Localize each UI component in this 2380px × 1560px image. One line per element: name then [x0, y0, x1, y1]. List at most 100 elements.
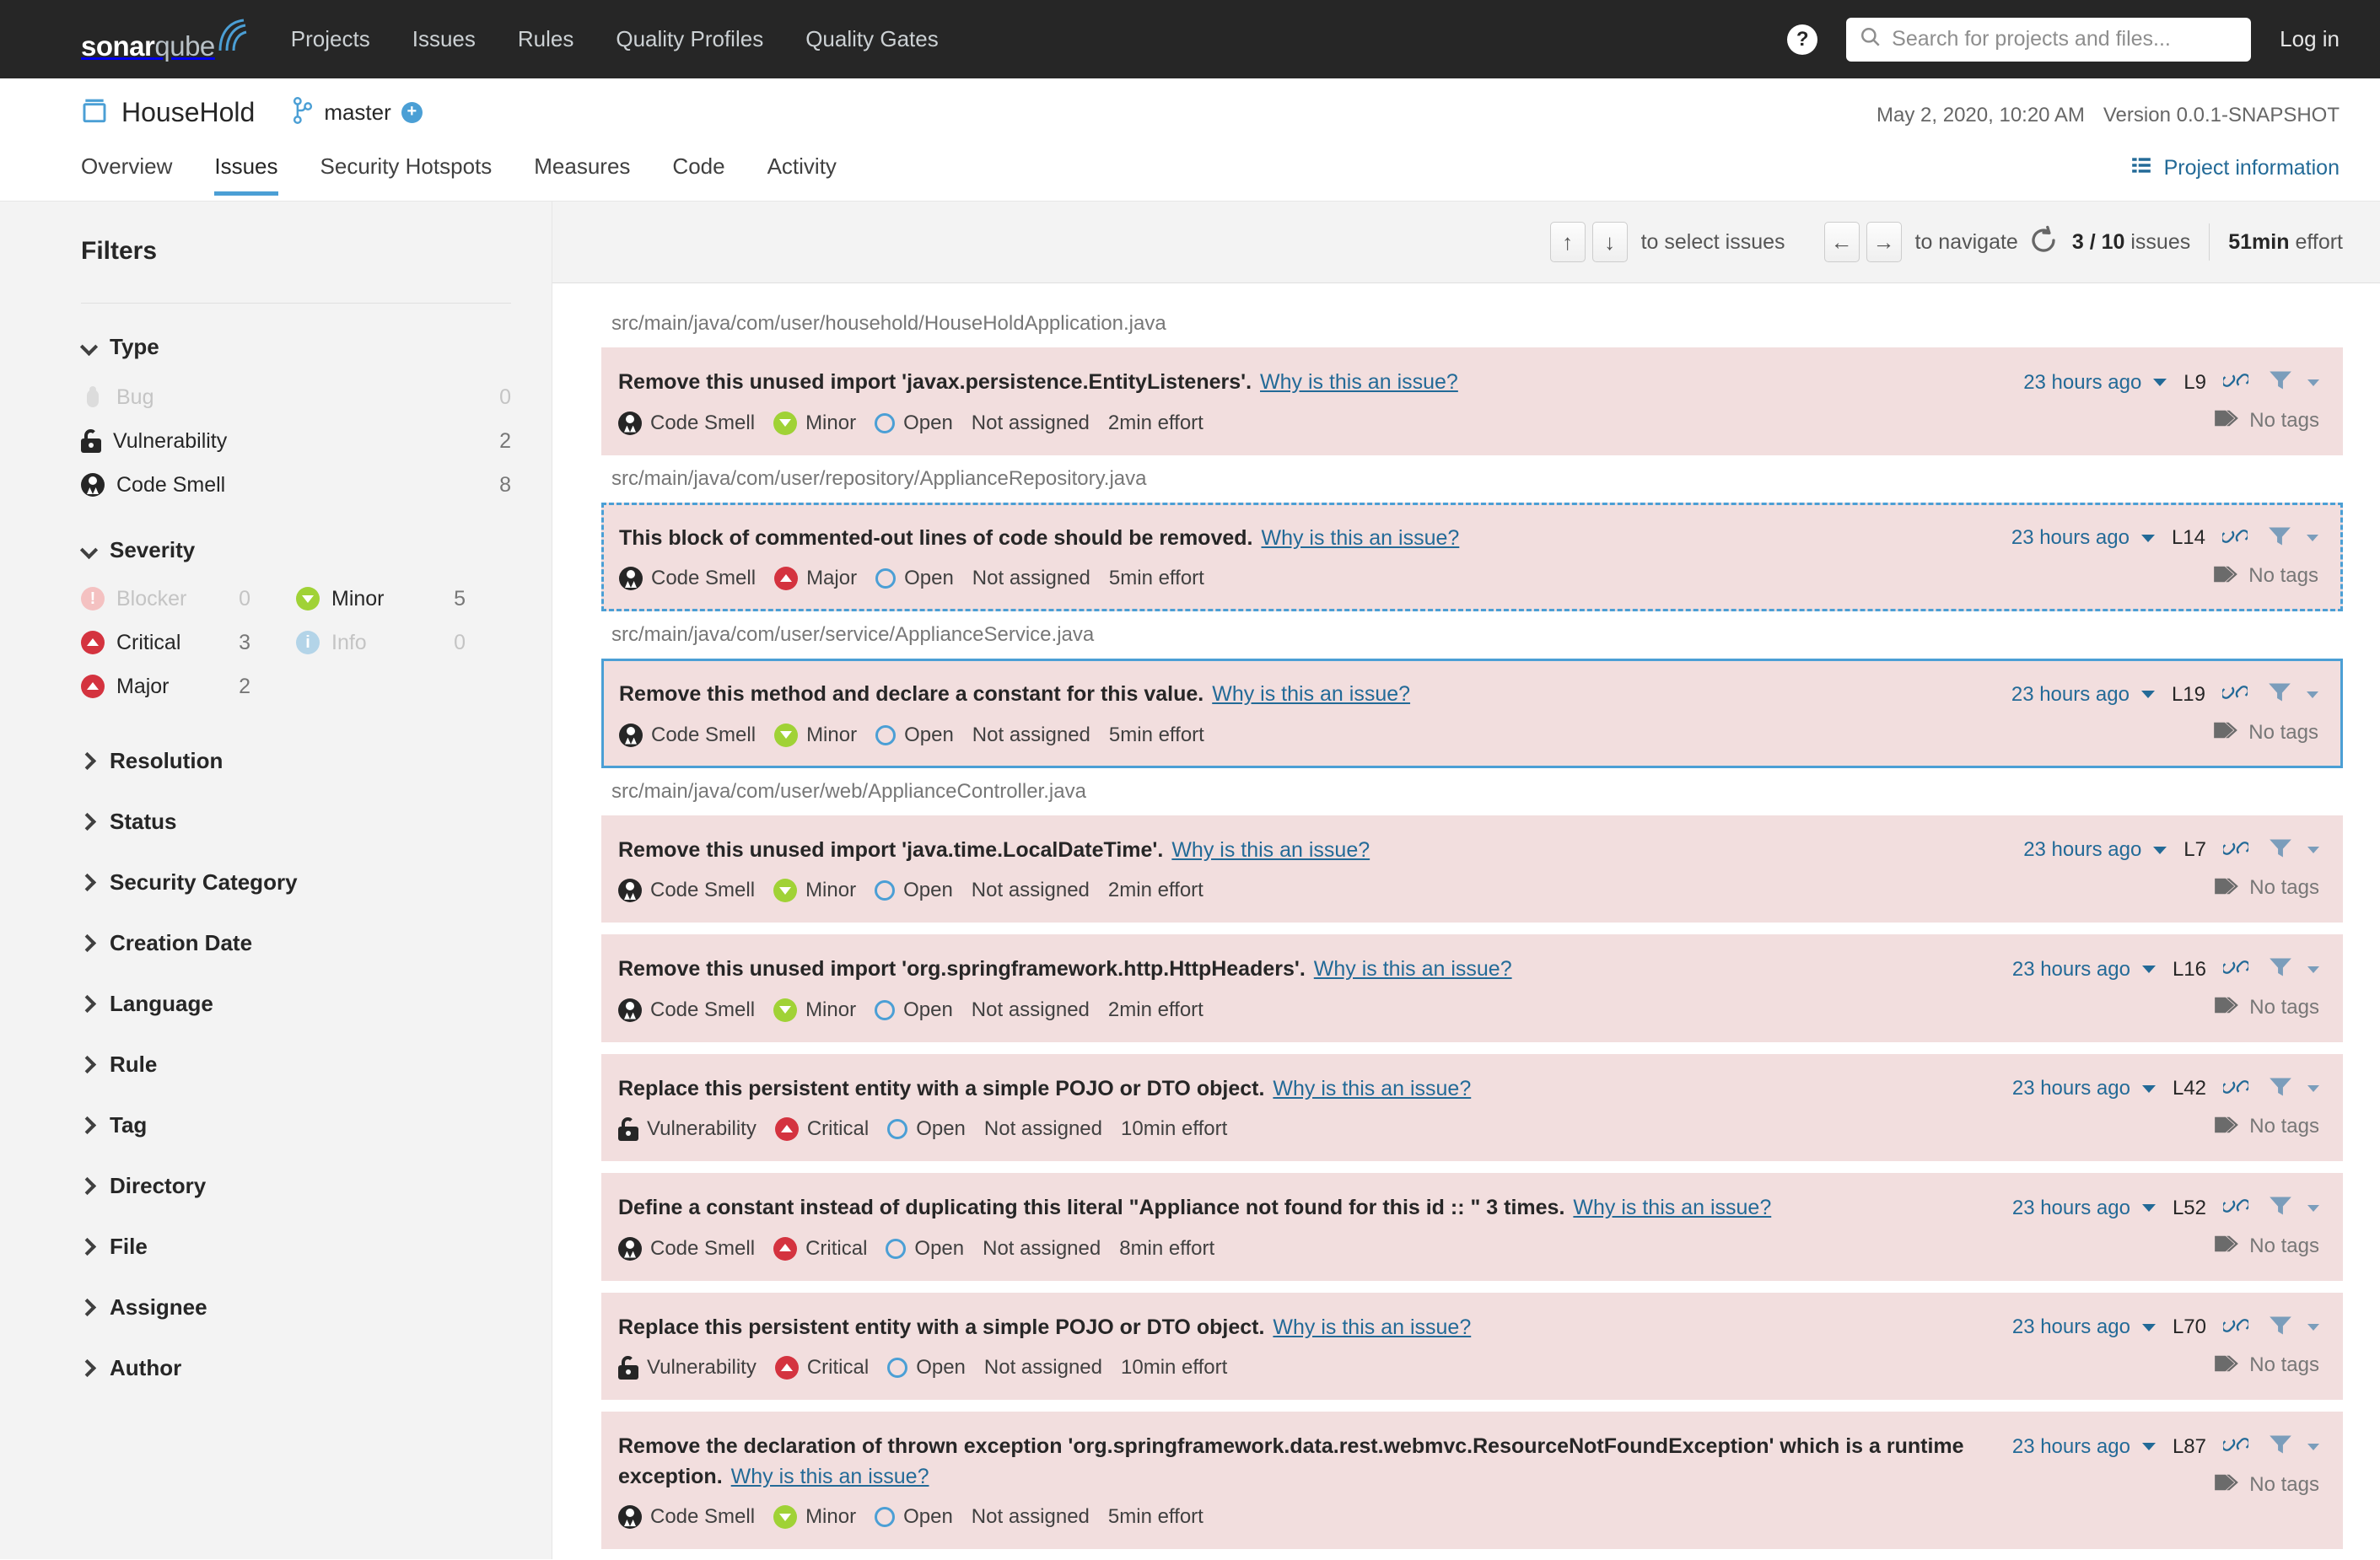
chevron-down-icon[interactable]	[2307, 1443, 2319, 1450]
issue-severity[interactable]: Critical	[774, 1117, 869, 1141]
issue-severity[interactable]: Minor	[773, 879, 856, 902]
filter-funnel-icon[interactable]	[2268, 681, 2291, 707]
issue-age[interactable]: 23 hours ago	[2011, 526, 2130, 550]
issue-type[interactable]: Vulnerability	[618, 1117, 757, 1141]
tag-icon[interactable]	[2214, 1353, 2239, 1379]
issue-type[interactable]: Code Smell	[618, 1236, 755, 1261]
project-name[interactable]: HouseHold	[121, 97, 255, 128]
issue-type[interactable]: Code Smell	[619, 723, 756, 747]
filter-funnel-icon[interactable]	[2269, 837, 2292, 863]
issue-status[interactable]: Open	[875, 998, 953, 1022]
why-is-this-an-issue-link[interactable]: Why is this an issue?	[1314, 957, 1512, 981]
permalink-icon[interactable]	[2221, 525, 2249, 551]
tag-icon[interactable]	[2214, 1114, 2239, 1140]
issue-tags[interactable]: No tags	[2248, 721, 2318, 745]
file-path[interactable]: src/main/java/com/user/service/Appliance…	[601, 623, 2343, 659]
facet-author[interactable]: Author	[81, 1337, 511, 1398]
tab-overview[interactable]: Overview	[81, 153, 172, 196]
permalink-icon[interactable]	[2221, 1076, 2250, 1102]
chevron-down-icon[interactable]	[2307, 966, 2319, 973]
filter-funnel-icon[interactable]	[2269, 1195, 2292, 1221]
chevron-down-icon[interactable]	[2140, 534, 2155, 542]
issue-type[interactable]: Code Smell	[619, 567, 756, 590]
issue-assignee[interactable]: Not assigned	[972, 879, 1090, 902]
chevron-down-icon[interactable]	[2307, 1204, 2319, 1212]
facet-rule[interactable]: Rule	[81, 1034, 511, 1095]
sonarqube-logo[interactable]: sonarqube	[81, 19, 247, 60]
key-left-button[interactable]: ←	[1823, 222, 1860, 262]
issue-age[interactable]: 23 hours ago	[2023, 838, 2141, 862]
login-link[interactable]: Log in	[2280, 26, 2340, 52]
facet-language[interactable]: Language	[81, 973, 511, 1034]
permalink-icon[interactable]	[2221, 681, 2249, 707]
issue-tags[interactable]: No tags	[2249, 876, 2319, 900]
issue-age[interactable]: 23 hours ago	[2012, 958, 2130, 982]
tab-code[interactable]: Code	[672, 153, 724, 196]
why-is-this-an-issue-link[interactable]: Why is this an issue?	[1260, 370, 1458, 394]
chevron-down-icon[interactable]	[2141, 1443, 2156, 1450]
facet-security-category[interactable]: Security Category	[81, 852, 511, 912]
why-is-this-an-issue-link[interactable]: Why is this an issue?	[1273, 1077, 1471, 1100]
issue-row[interactable]: Replace this persistent entity with a si…	[601, 1292, 2343, 1400]
file-path[interactable]: src/main/java/com/user/repository/Applia…	[601, 467, 2343, 503]
issues-list[interactable]: src/main/java/com/user/household/HouseHo…	[552, 283, 2380, 1559]
chevron-down-icon[interactable]	[2307, 535, 2318, 541]
issue-assignee[interactable]: Not assigned	[983, 1237, 1101, 1261]
issue-status[interactable]: Open	[875, 879, 953, 902]
project-information-link[interactable]: Project information	[2130, 154, 2340, 182]
issue-row[interactable]: Define a constant instead of duplicating…	[601, 1173, 2343, 1281]
issue-tags[interactable]: No tags	[2249, 1235, 2319, 1258]
permalink-icon[interactable]	[2221, 1315, 2250, 1341]
issue-severity[interactable]: Minor	[773, 1505, 856, 1529]
nav-link-quality-gates[interactable]: Quality Gates	[805, 26, 939, 52]
facet-type-header[interactable]: Type	[81, 334, 511, 360]
tag-icon[interactable]	[2214, 407, 2239, 433]
issue-row[interactable]: Remove this method and declare a constan…	[601, 659, 2343, 768]
tag-icon[interactable]	[2214, 1233, 2239, 1259]
issue-severity[interactable]: Minor	[773, 998, 856, 1022]
search-input[interactable]	[1892, 27, 2238, 51]
nav-link-quality-profiles[interactable]: Quality Profiles	[616, 26, 763, 52]
issue-age[interactable]: 23 hours ago	[2023, 371, 2141, 395]
facet-tag[interactable]: Tag	[81, 1095, 511, 1155]
chevron-down-icon[interactable]	[2153, 846, 2167, 854]
issue-assignee[interactable]: Not assigned	[972, 567, 1090, 590]
issue-age[interactable]: 23 hours ago	[2012, 1077, 2130, 1100]
chevron-down-icon[interactable]	[2141, 966, 2156, 973]
nav-link-rules[interactable]: Rules	[518, 26, 573, 52]
issue-row[interactable]: Remove the declaration of thrown excepti…	[601, 1412, 2343, 1549]
why-is-this-an-issue-link[interactable]: Why is this an issue?	[731, 1465, 929, 1488]
file-path[interactable]: src/main/java/com/user/web/ApplianceCont…	[601, 780, 2343, 815]
facet-status[interactable]: Status	[81, 791, 511, 852]
global-search-box[interactable]	[1846, 17, 2252, 62]
file-path[interactable]: src/main/java/com/user/household/HouseHo…	[601, 312, 2343, 347]
tab-measures[interactable]: Measures	[534, 153, 630, 196]
facet-item-major[interactable]: Major 2	[81, 664, 296, 708]
issue-tags[interactable]: No tags	[2249, 1115, 2319, 1138]
why-is-this-an-issue-link[interactable]: Why is this an issue?	[1212, 682, 1410, 706]
chevron-down-icon[interactable]	[2141, 1204, 2156, 1212]
facet-item-minor[interactable]: Minor 5	[296, 577, 511, 621]
facet-item-bug[interactable]: Bug 0	[81, 375, 511, 419]
chevron-down-icon[interactable]	[2307, 1324, 2319, 1331]
permalink-icon[interactable]	[2221, 1434, 2250, 1460]
tag-icon[interactable]	[2213, 563, 2238, 589]
issue-row[interactable]: Remove this unused import 'javax.persist…	[601, 347, 2343, 455]
issue-tags[interactable]: No tags	[2249, 996, 2319, 1019]
issue-assignee[interactable]: Not assigned	[972, 1505, 1090, 1529]
issue-age[interactable]: 23 hours ago	[2012, 1435, 2130, 1459]
why-is-this-an-issue-link[interactable]: Why is this an issue?	[1273, 1315, 1471, 1339]
issue-type[interactable]: Code Smell	[618, 998, 755, 1022]
facet-file[interactable]: File	[81, 1216, 511, 1277]
permalink-icon[interactable]	[2221, 1195, 2250, 1221]
tag-icon[interactable]	[2214, 1471, 2239, 1498]
why-is-this-an-issue-link[interactable]: Why is this an issue?	[1171, 838, 1370, 862]
issue-type[interactable]: Code Smell	[618, 411, 755, 435]
issue-assignee[interactable]: Not assigned	[984, 1117, 1102, 1141]
issue-row[interactable]: Replace this persistent entity with a si…	[601, 1053, 2343, 1161]
filter-funnel-icon[interactable]	[2269, 1076, 2292, 1102]
chevron-down-icon[interactable]	[2153, 379, 2167, 386]
tab-issues[interactable]: Issues	[214, 153, 278, 196]
issue-tags[interactable]: No tags	[2248, 564, 2318, 588]
facet-resolution[interactable]: Resolution	[81, 730, 511, 791]
